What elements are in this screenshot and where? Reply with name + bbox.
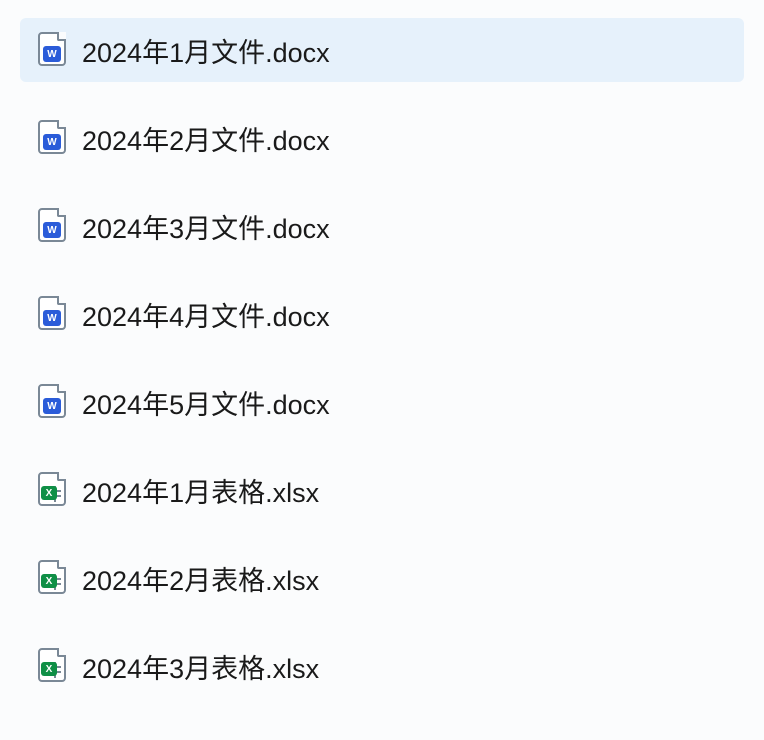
file-name-label: 2024年3月文件.docx (82, 207, 330, 246)
file-name-label: 2024年2月文件.docx (82, 119, 330, 158)
word-document-icon: W (38, 384, 68, 420)
file-item[interactable]: W 2024年3月文件.docx (0, 194, 764, 258)
file-name-label: 2024年1月表格.xlsx (82, 471, 319, 510)
word-document-icon: W (38, 32, 68, 68)
word-document-icon: W (38, 120, 68, 156)
excel-spreadsheet-icon: X (38, 560, 68, 596)
file-item[interactable]: W 2024年4月文件.docx (0, 282, 764, 346)
file-item[interactable]: X 2024年2月表格.xlsx (0, 546, 764, 610)
word-document-icon: W (38, 296, 68, 332)
file-item[interactable]: W 2024年1月文件.docx (20, 18, 744, 82)
file-item[interactable]: W 2024年5月文件.docx (0, 370, 764, 434)
excel-spreadsheet-icon: X (38, 472, 68, 508)
excel-spreadsheet-icon: X (38, 648, 68, 684)
file-item[interactable]: X 2024年1月表格.xlsx (0, 458, 764, 522)
file-name-label: 2024年3月表格.xlsx (82, 647, 319, 686)
file-name-label: 2024年1月文件.docx (82, 31, 330, 70)
file-item[interactable]: X 2024年3月表格.xlsx (0, 634, 764, 698)
file-list: W 2024年1月文件.docx W 2024年2月文件.docx W 2024… (0, 0, 764, 740)
file-name-label: 2024年4月文件.docx (82, 295, 330, 334)
word-document-icon: W (38, 208, 68, 244)
file-item[interactable]: W 2024年2月文件.docx (0, 106, 764, 170)
file-name-label: 2024年5月文件.docx (82, 383, 330, 422)
file-name-label: 2024年2月表格.xlsx (82, 559, 319, 598)
